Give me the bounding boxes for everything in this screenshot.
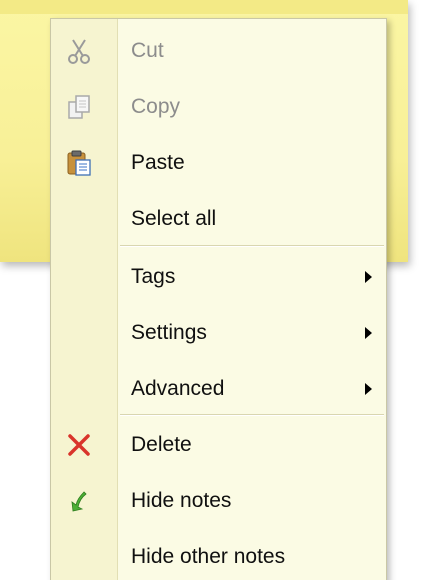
menu-item-label: Hide notes	[131, 489, 232, 512]
context-menu: Cut Copy Paste Select all Tags Settings …	[50, 18, 387, 580]
menu-item-label: Cut	[131, 39, 164, 62]
menu-item-delete[interactable]: Delete	[51, 417, 386, 473]
scissors-icon	[65, 37, 93, 65]
copy-icon	[65, 93, 93, 121]
menu-separator	[120, 414, 384, 416]
menu-item-label: Tags	[131, 265, 176, 288]
submenu-arrow-icon	[365, 383, 372, 395]
submenu-arrow-icon	[365, 327, 372, 339]
menu-item-copy[interactable]: Copy	[51, 79, 386, 135]
delete-x-icon	[65, 431, 93, 459]
green-arrow-icon	[65, 487, 93, 515]
menu-item-label: Settings	[131, 321, 207, 344]
menu-item-tags[interactable]: Tags	[51, 249, 386, 305]
menu-item-label: Delete	[131, 433, 192, 456]
menu-item-hide-notes[interactable]: Hide notes	[51, 473, 386, 529]
menu-item-cut[interactable]: Cut	[51, 23, 386, 79]
submenu-arrow-icon	[365, 271, 372, 283]
menu-item-label: Paste	[131, 151, 185, 174]
menu-item-advanced[interactable]: Advanced	[51, 361, 386, 417]
screen: Cut Copy Paste Select all Tags Settings …	[0, 0, 425, 580]
menu-item-label: Hide other notes	[131, 545, 286, 568]
menu-item-select-all[interactable]: Select all	[51, 191, 386, 247]
sticky-note-header[interactable]	[0, 0, 408, 14]
menu-item-hide-other-notes[interactable]: Hide other notes	[51, 529, 386, 580]
menu-item-paste[interactable]: Paste	[51, 135, 386, 191]
paste-icon	[65, 149, 93, 177]
menu-item-label: Copy	[131, 95, 181, 118]
menu-item-label: Select all	[131, 207, 217, 230]
menu-item-label: Advanced	[131, 377, 225, 400]
menu-separator	[120, 245, 384, 247]
menu-item-settings[interactable]: Settings	[51, 305, 386, 361]
